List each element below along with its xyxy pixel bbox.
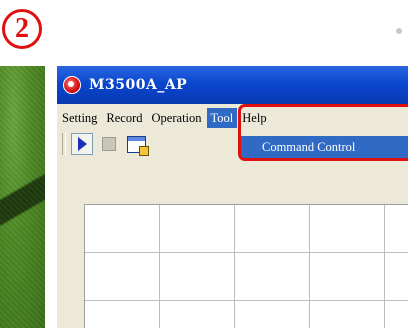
window-title: M3500A_AP xyxy=(89,77,188,93)
data-grid-area xyxy=(84,204,408,328)
menu-tool[interactable]: Tool xyxy=(206,108,238,128)
play-button[interactable] xyxy=(71,133,93,155)
menu-record[interactable]: Record xyxy=(102,108,146,128)
step-number-badge: 2 xyxy=(2,9,42,49)
menu-item-command-control[interactable]: Command Control xyxy=(240,136,408,158)
menu-setting[interactable]: Setting xyxy=(58,108,101,128)
stop-icon xyxy=(102,137,116,151)
background-photo xyxy=(0,66,45,328)
stop-button[interactable] xyxy=(98,133,120,155)
app-icon xyxy=(63,76,81,94)
menu-operation[interactable]: Operation xyxy=(148,108,206,128)
command-control-button[interactable] xyxy=(125,133,149,156)
play-icon xyxy=(77,137,87,151)
title-bar[interactable]: M3500A_AP xyxy=(57,66,408,104)
command-control-icon xyxy=(126,135,149,156)
app-window: M3500A_AP Setting Record Operation Tool … xyxy=(57,66,408,328)
menu-help[interactable]: Help xyxy=(238,108,270,128)
menu-bar: Setting Record Operation Tool Help xyxy=(57,107,408,129)
toolbar-grip[interactable] xyxy=(62,133,66,155)
decorative-dot xyxy=(396,28,402,34)
